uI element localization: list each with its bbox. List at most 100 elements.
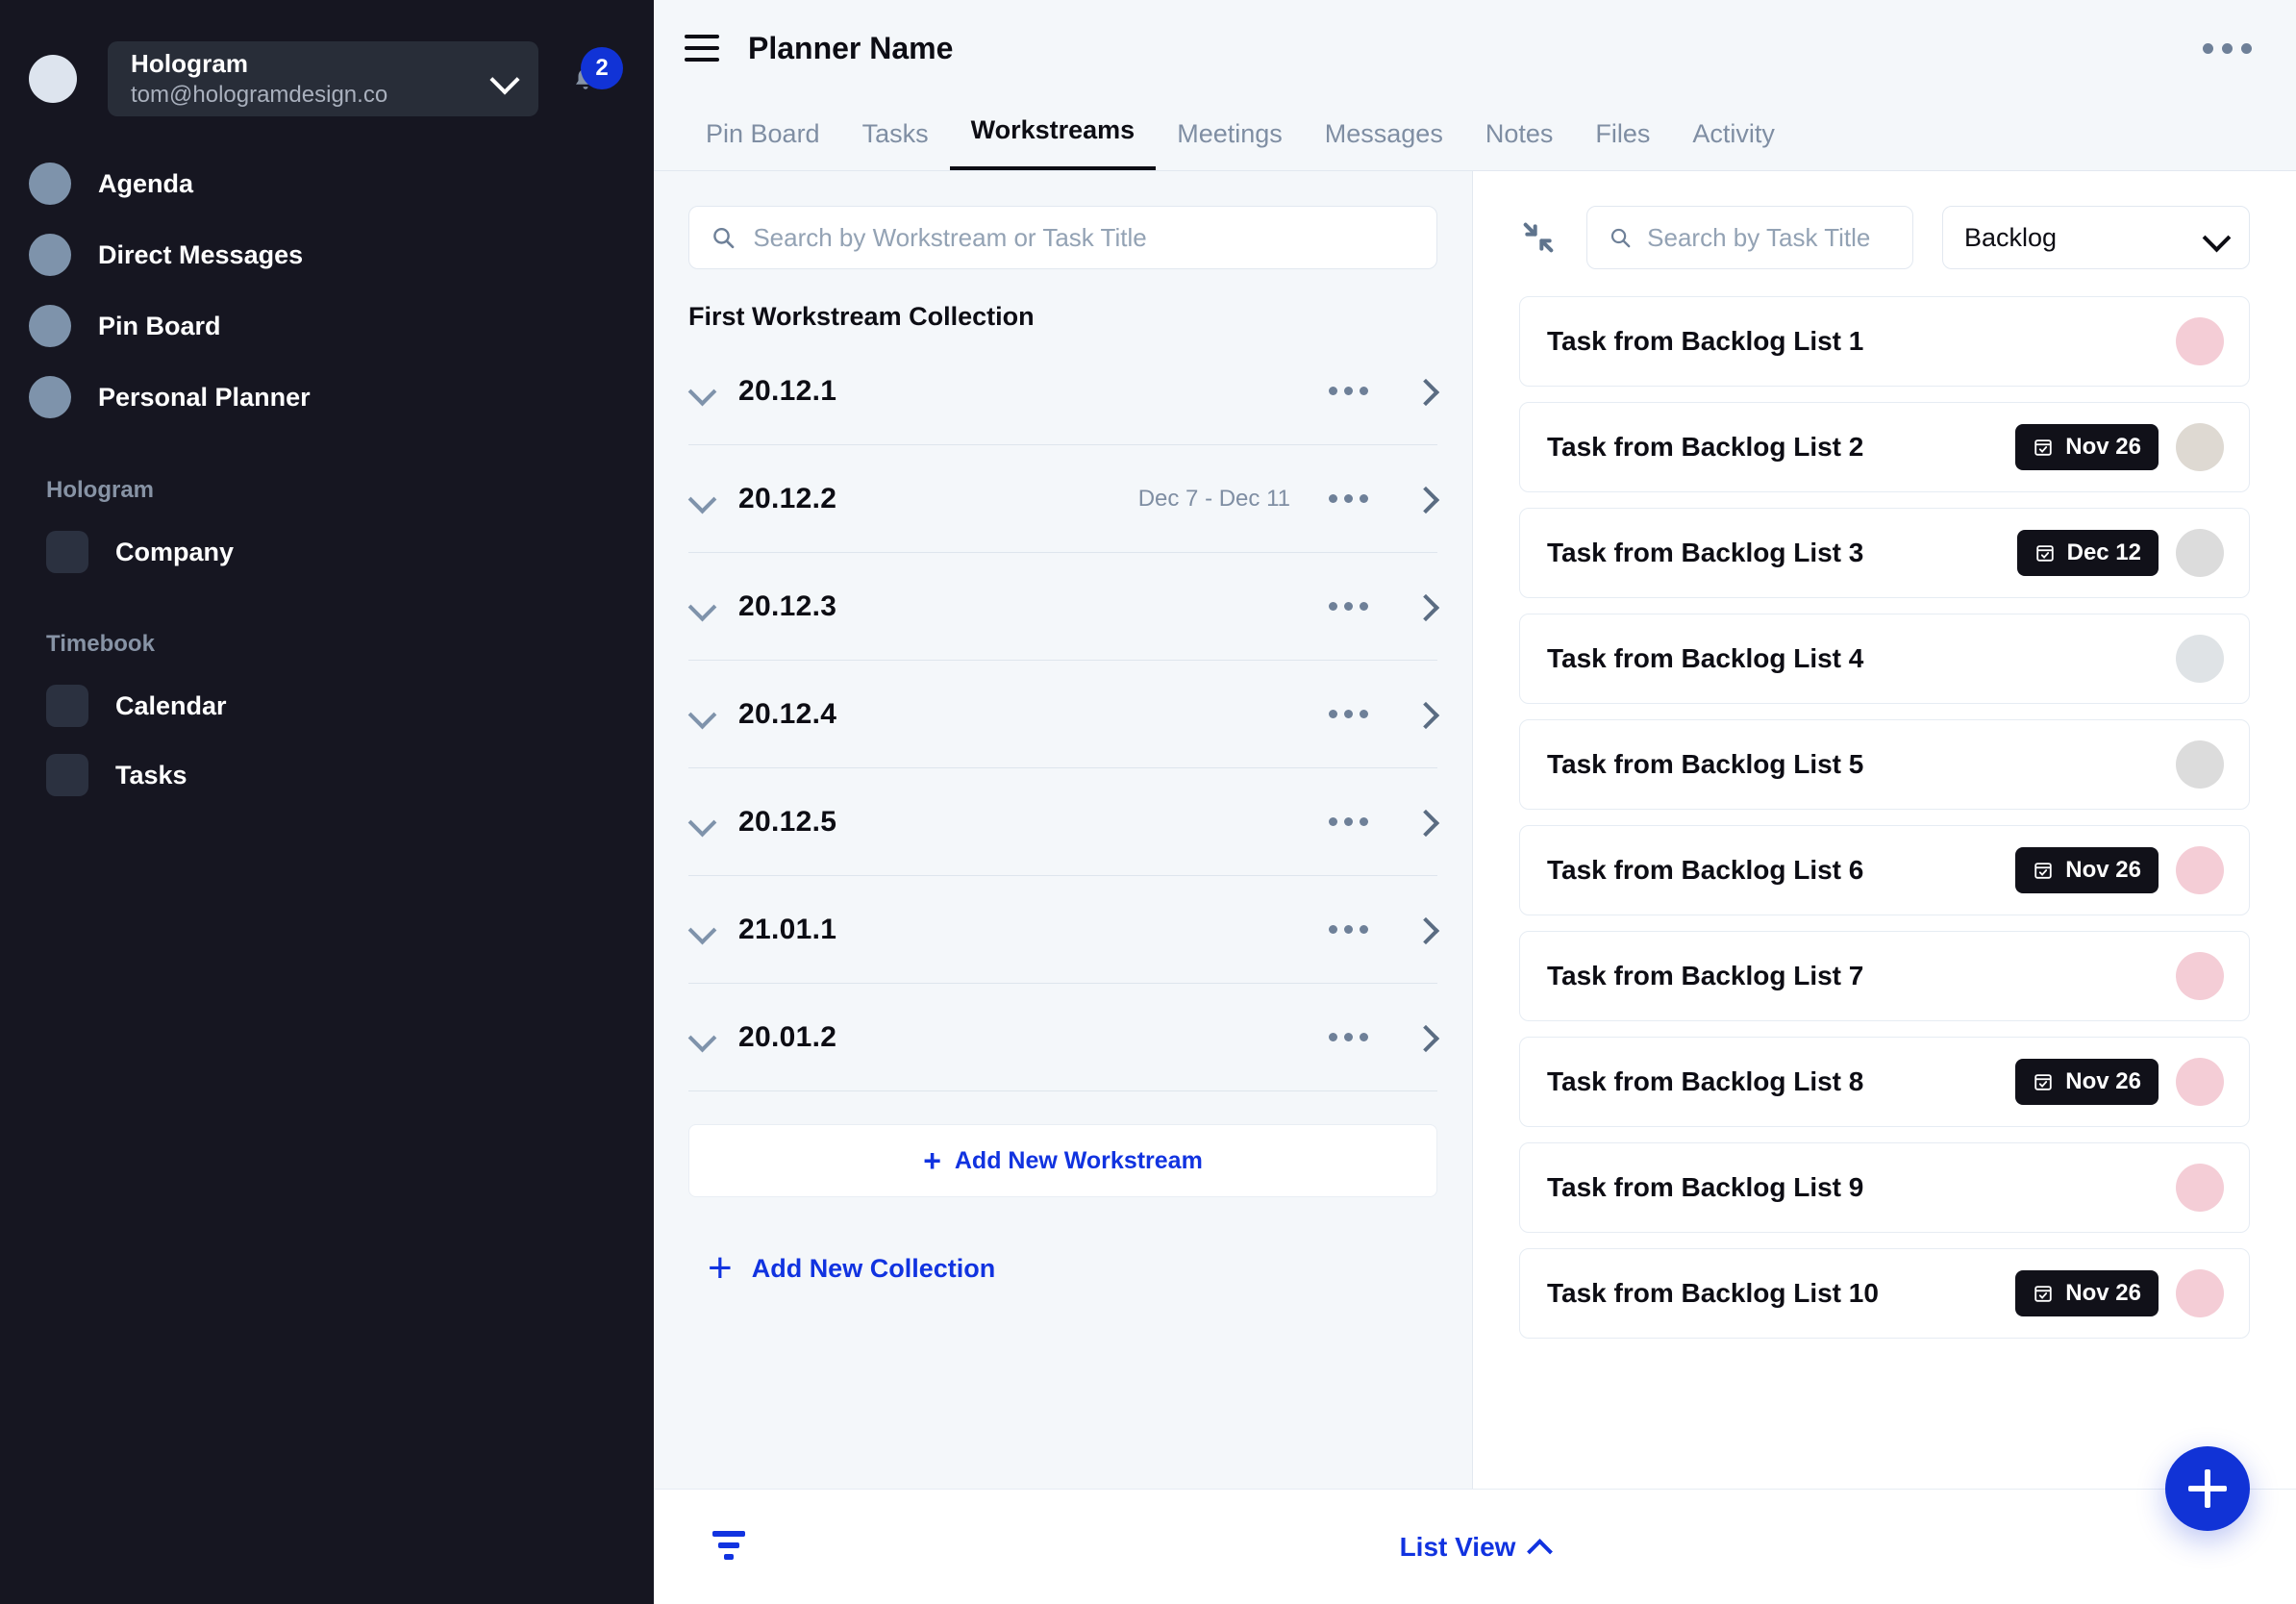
due-date-chip[interactable]: Nov 26 — [2015, 424, 2159, 470]
workstream-more-icon[interactable] — [1319, 485, 1378, 513]
chevron-right-icon[interactable] — [1412, 379, 1437, 404]
tab-pin-board[interactable]: Pin Board — [685, 119, 841, 170]
chevron-down-icon[interactable] — [492, 66, 517, 91]
workstream-search-input[interactable] — [753, 222, 1415, 253]
page-title: Planner Name — [748, 30, 954, 65]
chevron-right-icon[interactable] — [1412, 917, 1437, 942]
task-card[interactable]: Task from Backlog List 6 Nov 26 — [1519, 825, 2250, 915]
tab-workstreams[interactable]: Workstreams — [949, 115, 1157, 170]
avatar — [2176, 635, 2224, 683]
sidebar-item-personal-planner[interactable]: Personal Planner — [0, 362, 654, 433]
tasks-panel: Backlog Task from Backlog List 1 Task fr… — [1473, 171, 2296, 1489]
chevron-down-icon[interactable] — [688, 700, 717, 729]
workstream-more-icon[interactable] — [1319, 700, 1378, 728]
chevron-right-icon[interactable] — [1412, 487, 1437, 512]
chevron-down-icon[interactable] — [688, 1023, 717, 1052]
sidebar: Hologram tom@hologramdesign.co 2 Agenda — [0, 0, 654, 1604]
due-date-chip[interactable]: Nov 26 — [2015, 847, 2159, 893]
tab-notes[interactable]: Notes — [1464, 119, 1575, 170]
workstream-date-range: Dec 7 - Dec 11 — [1137, 485, 1290, 512]
main-area: Planner Name Pin Board Tasks Workstreams… — [654, 0, 2296, 1604]
tab-messages[interactable]: Messages — [1304, 119, 1464, 170]
task-card[interactable]: Task from Backlog List 5 — [1519, 719, 2250, 810]
chevron-down-icon[interactable] — [688, 485, 717, 514]
workstream-name: 21.01.1 — [738, 913, 837, 945]
sidebar-item-company[interactable]: Company — [0, 517, 654, 587]
collapse-arrows-icon[interactable] — [1519, 218, 1558, 257]
task-card[interactable]: Task from Backlog List 7 — [1519, 931, 2250, 1021]
due-date-chip[interactable]: Nov 26 — [2015, 1270, 2159, 1316]
task-card[interactable]: Task from Backlog List 9 — [1519, 1142, 2250, 1233]
add-new-collection-button[interactable]: + Add New Collection — [688, 1247, 1437, 1290]
workstream-more-icon[interactable] — [1319, 808, 1378, 836]
tab-tasks[interactable]: Tasks — [841, 119, 950, 170]
chevron-right-icon[interactable] — [1412, 810, 1437, 835]
workstream-row[interactable]: 20.01.2 — [688, 984, 1437, 1091]
chevron-down-icon[interactable] — [688, 915, 717, 944]
workstream-row[interactable]: 21.01.1 — [688, 876, 1437, 984]
due-date-chip[interactable]: Nov 26 — [2015, 1059, 2159, 1105]
due-date-label: Nov 26 — [2065, 857, 2141, 883]
tab-files[interactable]: Files — [1574, 119, 1671, 170]
personal-planner-icon — [29, 376, 71, 418]
chevron-right-icon[interactable] — [1412, 1025, 1437, 1050]
more-horizontal-icon[interactable] — [2193, 34, 2261, 63]
task-card[interactable]: Task from Backlog List 2 Nov 26 — [1519, 402, 2250, 492]
sidebar-item-agenda[interactable]: Agenda — [0, 148, 654, 219]
add-button-fab[interactable] — [2165, 1446, 2250, 1531]
sidebar-item-pin-board[interactable]: Pin Board — [0, 290, 654, 362]
task-search-input[interactable] — [1647, 222, 1891, 253]
task-card[interactable]: Task from Backlog List 10 Nov 26 — [1519, 1248, 2250, 1339]
workstream-name: 20.12.1 — [738, 374, 837, 407]
list-view-label: List View — [1399, 1531, 1516, 1562]
add-new-workstream-label: Add New Workstream — [954, 1146, 1203, 1174]
workstream-row[interactable]: 20.12.4 — [688, 661, 1437, 768]
task-filter-select[interactable]: Backlog — [1942, 206, 2250, 269]
tab-activity[interactable]: Activity — [1671, 119, 1796, 170]
direct-messages-icon — [29, 234, 71, 276]
workstream-row[interactable]: 20.12.1 — [688, 338, 1437, 445]
task-search-box[interactable] — [1586, 206, 1913, 269]
workstream-name: 20.12.2 — [738, 482, 837, 514]
hamburger-icon[interactable] — [685, 35, 719, 62]
sidebar-item-calendar[interactable]: Calendar — [0, 671, 654, 740]
task-card[interactable]: Task from Backlog List 4 — [1519, 614, 2250, 704]
task-card[interactable]: Task from Backlog List 3 Dec 12 — [1519, 508, 2250, 598]
sidebar-item-label: Calendar — [115, 690, 227, 720]
filter-icon[interactable] — [710, 1530, 748, 1564]
list-view-toggle[interactable]: List View — [1400, 1532, 1551, 1563]
workstream-row[interactable]: 20.12.5 — [688, 768, 1437, 876]
task-title: Task from Backlog List 4 — [1547, 643, 1864, 673]
task-title: Task from Backlog List 1 — [1547, 326, 1864, 356]
sidebar-item-label: Direct Messages — [98, 239, 304, 269]
chevron-down-icon[interactable] — [688, 808, 717, 837]
top-bar: Planner Name — [654, 0, 2296, 96]
workstream-more-icon[interactable] — [1319, 592, 1378, 620]
user-avatar[interactable] — [29, 55, 77, 103]
sidebar-item-tasks[interactable]: Tasks — [0, 740, 654, 810]
sidebar-item-direct-messages[interactable]: Direct Messages — [0, 219, 654, 290]
workspace-switcher[interactable]: Hologram tom@hologramdesign.co — [108, 41, 538, 116]
tasks-icon — [46, 754, 88, 796]
workstream-more-icon[interactable] — [1319, 1023, 1378, 1051]
content-area: First Workstream Collection 20.12.1 20.1… — [654, 171, 2296, 1489]
chevron-right-icon[interactable] — [1412, 702, 1437, 727]
calendar-check-icon — [2034, 439, 2053, 456]
task-card[interactable]: Task from Backlog List 1 — [1519, 296, 2250, 387]
workstream-row[interactable]: 20.12.2 Dec 7 - Dec 11 — [688, 445, 1437, 553]
task-card[interactable]: Task from Backlog List 8 Nov 26 — [1519, 1037, 2250, 1127]
tab-meetings[interactable]: Meetings — [1156, 119, 1304, 170]
chevron-right-icon[interactable] — [1412, 594, 1437, 619]
chevron-down-icon[interactable] — [688, 592, 717, 621]
workstream-row[interactable]: 20.12.3 — [688, 553, 1437, 661]
add-new-workstream-button[interactable]: + Add New Workstream — [688, 1124, 1437, 1197]
task-title: Task from Backlog List 6 — [1547, 855, 1864, 885]
workstream-more-icon[interactable] — [1319, 377, 1378, 405]
workstream-more-icon[interactable] — [1319, 915, 1378, 943]
chevron-down-icon[interactable] — [688, 377, 717, 406]
notifications-button[interactable]: 2 — [565, 47, 623, 105]
section-title-hologram: Hologram — [46, 477, 155, 503]
avatar — [2176, 1164, 2224, 1212]
due-date-chip[interactable]: Dec 12 — [2016, 530, 2159, 576]
workstream-search-box[interactable] — [688, 206, 1437, 269]
